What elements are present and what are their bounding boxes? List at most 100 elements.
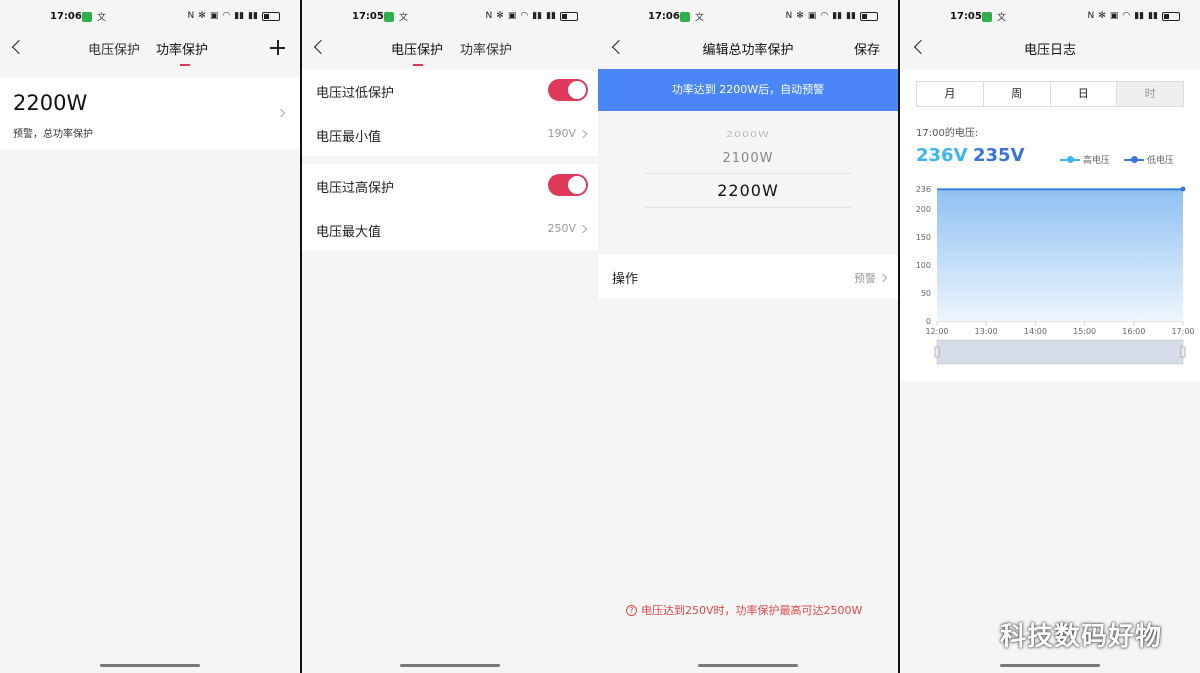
segment-week[interactable]: 周: [984, 82, 1051, 106]
last-point: [1180, 186, 1186, 192]
zoom-handle-left: [934, 346, 940, 358]
status-time: 17:05: [352, 11, 384, 22]
gesture-bar: [400, 664, 500, 667]
save-button[interactable]: 保存: [854, 39, 880, 58]
reading-caption: 17:00的电压:: [916, 128, 979, 139]
notification-icon: 文: [695, 13, 705, 23]
status-time: 17:06: [648, 11, 680, 22]
back-button[interactable]: [6, 36, 30, 60]
gesture-bar: [1000, 664, 1100, 667]
tab-voltage-protection[interactable]: 电压保护: [88, 39, 140, 58]
battery-icon: [560, 11, 578, 21]
high-voltage-toggle[interactable]: [548, 174, 588, 196]
voltage-area-chart: 0 50 100 150 200 236 12:00 13:00 14:00 15:00 16:00…: [916, 185, 1195, 365]
status-bar: 17:06 文 Ν ✻ ▣ ◠ ▮▮ ▮▮: [0, 0, 300, 34]
notification-icon: 文: [97, 13, 107, 23]
high-voltage-value: 236V: [916, 145, 968, 166]
screen-voltage-protection: 17:05 文 Ν ✻ ▣ ◠ ▮▮ ▮▮ 电压保护 功率保护 电压过低保护 电压最小值 …: [302, 0, 598, 673]
low-voltage-label: 电压过低保护: [316, 86, 395, 101]
legend-low-swatch: [1124, 155, 1144, 163]
picker-option[interactable]: 2000W: [598, 130, 898, 139]
bluetooth-icon: ✻: [496, 11, 504, 21]
tab-power-protection[interactable]: 功率保护: [460, 39, 512, 58]
min-voltage-label: 电压最小值: [316, 130, 382, 145]
active-tab-indicator: [413, 64, 423, 66]
low-voltage-toggle[interactable]: [548, 79, 588, 101]
wifi-icon: ◠: [820, 11, 829, 21]
high-voltage-card: 电压过高保护 电压最大值 250V: [302, 164, 598, 251]
bluetooth-icon: ✻: [1098, 11, 1106, 21]
wifi-icon: ◠: [1122, 11, 1131, 21]
zoom-slider-track: [936, 339, 1184, 365]
power-rule-item[interactable]: 2200W 预警，总功率保护: [0, 77, 300, 149]
status-time: 17:05: [950, 11, 982, 22]
min-voltage-value[interactable]: 190V: [547, 127, 588, 140]
segment-hour[interactable]: 时: [1117, 82, 1183, 106]
screen-power-protection-list: 17:06 文 Ν ✻ ▣ ◠ ▮▮ ▮▮ 电压保护 功率保护 2200W 预警，总功率保…: [0, 0, 300, 673]
segment-month[interactable]: 月: [917, 82, 984, 106]
picker-option[interactable]: 2100W: [598, 151, 898, 166]
wechat-icon: [982, 12, 992, 22]
signal-icon: ▮▮: [532, 11, 543, 21]
plus-icon[interactable]: [266, 36, 290, 60]
wifi-icon: ◠: [520, 11, 529, 21]
status-bar: 17:06 文 Ν ✻ ▣ ◠ ▮▮ ▮▮: [598, 0, 898, 34]
notification-icon: 文: [399, 13, 409, 23]
chevron-right-icon: [578, 129, 588, 138]
status-icons: Ν ✻ ▣ ◠ ▮▮ ▮▮: [786, 10, 878, 22]
action-value: 预警: [854, 270, 888, 286]
signal2-icon: ▮▮: [248, 11, 258, 21]
gesture-bar: [698, 664, 798, 667]
x-tick-label: 15:00: [1073, 327, 1096, 336]
watermark-text: 科技数码好物: [1000, 622, 1163, 652]
status-bar: 17:05 文 Ν ✻ ▣ ◠ ▮▮ ▮▮: [900, 0, 1200, 34]
period-segmented-control: 月 周 日 时: [916, 81, 1184, 107]
bluetooth-icon: ✻: [198, 11, 206, 21]
nfc-icon: Ν: [785, 11, 793, 21]
legend-high: 高电压: [1060, 153, 1110, 166]
nfc-icon: Ν: [485, 11, 493, 21]
rule-title: 2200W: [13, 91, 88, 115]
nfc-icon: Ν: [187, 11, 195, 21]
tab-voltage-protection[interactable]: 电压保护: [391, 39, 443, 58]
page-title: 电压日志: [1023, 43, 1076, 58]
x-tick-label: 12:00: [925, 327, 948, 336]
gesture-bar: [100, 664, 200, 667]
tab-power-protection[interactable]: 功率保护: [156, 39, 208, 58]
y-tick-label: 50: [921, 289, 931, 298]
notification-icon: 文: [997, 13, 1007, 23]
back-button[interactable]: [308, 36, 332, 60]
action-label: 操作: [612, 272, 639, 287]
legend-high-swatch: [1060, 155, 1080, 163]
signal-icon: ▮▮: [234, 11, 245, 21]
y-tick-label: 100: [916, 261, 931, 270]
wechat-icon: [680, 12, 690, 22]
high-voltage-area: [937, 189, 1183, 321]
action-row[interactable]: 操作 预警: [598, 254, 898, 299]
chevron-right-icon: [276, 108, 286, 118]
max-voltage-value[interactable]: 250V: [547, 222, 588, 235]
x-tick-label: 13:00: [975, 327, 998, 336]
hd-icon: ▣: [209, 11, 219, 21]
warning-note: ? 电压达到250V时，功率保护最高可达2500W: [626, 602, 862, 618]
chevron-right-icon: [878, 273, 888, 283]
chevron-right-icon: [578, 224, 588, 233]
picker-selected[interactable]: 2200W: [598, 181, 898, 200]
high-voltage-label: 电压过高保护: [316, 181, 395, 196]
battery-icon: [1162, 11, 1180, 21]
wechat-icon: [82, 12, 92, 22]
signal-icon: ▮▮: [832, 11, 843, 21]
low-voltage-card: 电压过低保护 电压最小值 190V: [302, 69, 598, 156]
y-tick-label: 150: [916, 233, 931, 242]
value-picker[interactable]: 2000W 2100W 2200W: [598, 111, 898, 251]
hd-icon: ▣: [1109, 11, 1119, 21]
legend-low: 低电压: [1124, 153, 1174, 166]
x-tick-label: 14:00: [1024, 327, 1047, 336]
signal2-icon: ▮▮: [546, 11, 556, 21]
segment-day[interactable]: 日: [1051, 82, 1118, 106]
x-tick-label: 17:00: [1171, 327, 1194, 336]
hd-icon: ▣: [807, 11, 817, 21]
signal-icon: ▮▮: [1134, 11, 1145, 21]
hd-icon: ▣: [507, 11, 517, 21]
screen-edit-power-protection: 17:06 文 Ν ✻ ▣ ◠ ▮▮ ▮▮ 编辑总功率保护 保存 功率达到 2200W后，…: [598, 0, 898, 673]
